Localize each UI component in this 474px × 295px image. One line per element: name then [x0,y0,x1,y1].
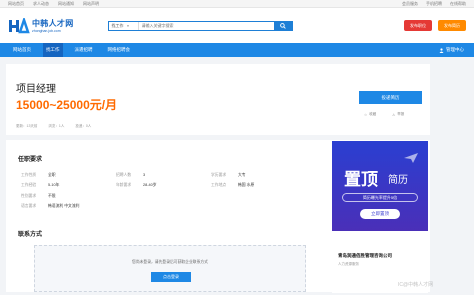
section-divider [6,135,430,140]
star-icon: ☆ [364,112,368,117]
job-title: 项目经理 [16,84,56,95]
req-value: 大专 [238,172,246,177]
promo-headline: 置顶 [344,170,378,189]
requirements-row: 工作经验 5-10年 年龄要求 28-40岁 工作地点 韩国 水原 [21,181,321,192]
report-button[interactable]: ⚠ 举报 [392,112,404,117]
requirements-title: 任职要求 [18,157,43,163]
topbar-link-notice[interactable]: 网站通知 [58,1,74,7]
search-type-select[interactable]: 找工作 ▼ [109,21,139,30]
nav-item-job-fair[interactable]: 网络招聘会 [105,43,134,57]
requirements-row: 工作性质 全职 招聘人数 3 学历要求 大专 [21,170,321,181]
nav-manager-link[interactable]: 管理中心 [439,47,464,53]
resume-top-banner[interactable]: 置顶 简历 简历曝光率提升5倍 立即置顶 [332,141,428,231]
req-key: 语言要求 [21,204,37,209]
req-key: 年龄要求 [116,183,132,188]
report-label: 举报 [397,112,405,116]
req-value: 韩语流利 中文流利 [48,204,80,209]
nav-item-find-job[interactable]: 找工作 [43,43,63,57]
company-meta: 人力资源服务 [338,262,359,266]
nav-item-home[interactable]: 网站首页 [10,43,34,57]
favorite-label: 收藏 [369,112,377,116]
search-input[interactable] [138,23,274,28]
logo-name: 中韩人才网 [32,19,74,28]
req-key: 学历要求 [211,172,227,177]
site-logo[interactable]: 中韩人才网 zhonghan.job.com [8,15,74,34]
site-header: 中韩人才网 zhonghan.job.com 找工作 ▼ 发布职位 发布简历 [0,8,474,43]
topbar-link-help[interactable]: 在线帮助 [450,1,466,7]
job-views: 浏览：1人 [48,124,65,128]
req-key: 性别要求 [21,193,37,198]
contact-notice: 您尚未登录，请先登录后可获取企业联系方式 [132,260,208,264]
req-key: 工作地点 [211,183,227,188]
req-value: 5-10年 [48,183,60,188]
topbar-link-home[interactable]: 网站首页 [8,1,24,7]
nav-item-dispatch[interactable]: 派遣招聘 [72,43,96,57]
req-value: 3 [143,172,146,177]
topbar-right-links: 会员服务 手机招聘 在线帮助 [402,1,466,7]
paper-plane-icon [404,153,418,163]
favorite-button[interactable]: ☆ 收藏 [364,112,376,117]
warning-icon: ⚠ [392,112,396,117]
apply-button[interactable]: 投递简历 [359,91,422,104]
top-utility-bar: 网站首页 求人动态 网站通知 网站声明 会员服务 手机招聘 在线帮助 [0,0,474,8]
topbar-link-mobile[interactable]: 手机招聘 [426,1,442,7]
job-actions: ☆ 收藏 ⚠ 举报 [364,112,404,117]
req-value: 不限 [48,193,56,198]
logo-mark-icon [8,15,30,34]
chevron-down-icon: ▼ [126,23,130,28]
logo-domain: zhonghan.job.com [32,29,61,33]
job-salary: 15000~25000元/月 [16,98,118,112]
req-key: 招聘人数 [116,172,132,177]
req-value: 28-40岁 [143,183,157,188]
requirements-row: 语言要求 韩语流利 中文流利 [21,202,321,213]
watermark: IC@中韩人才网 [398,282,434,288]
req-key: 工作经验 [21,183,37,188]
search-type-label: 找工作 [111,22,124,28]
user-icon [439,47,444,53]
topbar-link-member[interactable]: 会员服务 [402,1,418,7]
login-button[interactable]: 点击登录 [151,272,191,282]
req-key: 工作性质 [21,172,37,177]
search-button[interactable] [273,21,292,30]
topbar-link-statement[interactable]: 网站声明 [83,1,99,7]
company-name: 青岛润通佰胜管理咨询公司 [338,253,392,258]
requirements-grid: 工作性质 全职 招聘人数 3 学历要求 大专 工作经验 5-10年 年龄要求 28-40岁… [21,170,321,212]
topbar-left-links: 网站首页 求人动态 网站通知 网站声明 [8,1,99,7]
post-resume-button[interactable]: 发布简历 [438,20,466,31]
requirements-row: 性别要求 不限 [21,191,321,202]
job-meta: 更新：13天前 浏览：1人 投递：0人 [16,124,91,129]
main-nav: 网站首页 找工作 派遣招聘 网络招聘会 管理中心 [0,43,474,57]
post-job-button[interactable]: 发布职位 [404,20,432,31]
req-value: 韩国 水原 [238,183,255,188]
job-applications: 投递：0人 [75,124,92,128]
search-bar: 找工作 ▼ [107,20,293,31]
job-updated: 更新：13天前 [16,124,38,128]
nav-manager-label: 管理中心 [446,47,464,52]
contact-title: 联系方式 [18,232,43,238]
logo-text: 中韩人才网 zhonghan.job.com [32,18,74,33]
contact-box: 您尚未登录，请先登录后可获取企业联系方式 点击登录 [34,245,306,292]
promo-subheadline: 简历 [388,175,408,186]
topbar-link-news[interactable]: 求人动态 [33,1,49,7]
search-icon [279,22,286,29]
promo-top-button[interactable]: 立即置顶 [360,209,400,219]
promo-description: 简历曝光率提升5倍 [342,193,418,202]
req-value: 全职 [48,172,56,177]
